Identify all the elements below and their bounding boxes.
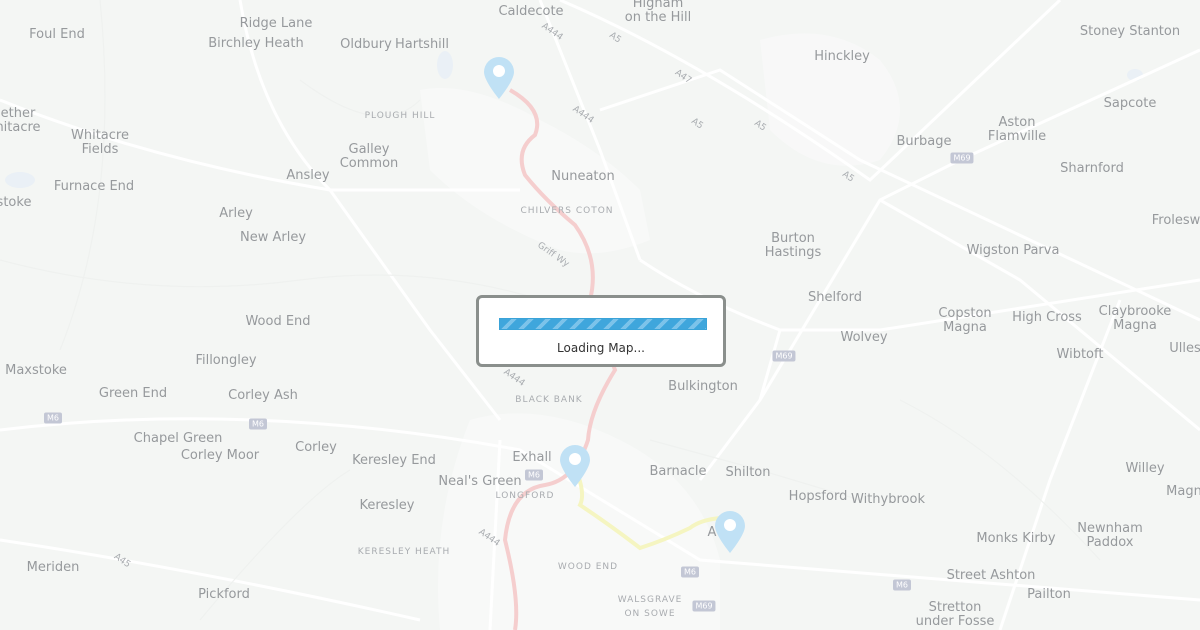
loading-progress-bar [499, 318, 707, 330]
loading-dialog: Loading Map... [476, 295, 726, 367]
loading-text: Loading Map... [557, 341, 645, 355]
map-canvas[interactable]: Caldecote Higham on the Hill Foul End Ridge… [0, 0, 1200, 630]
